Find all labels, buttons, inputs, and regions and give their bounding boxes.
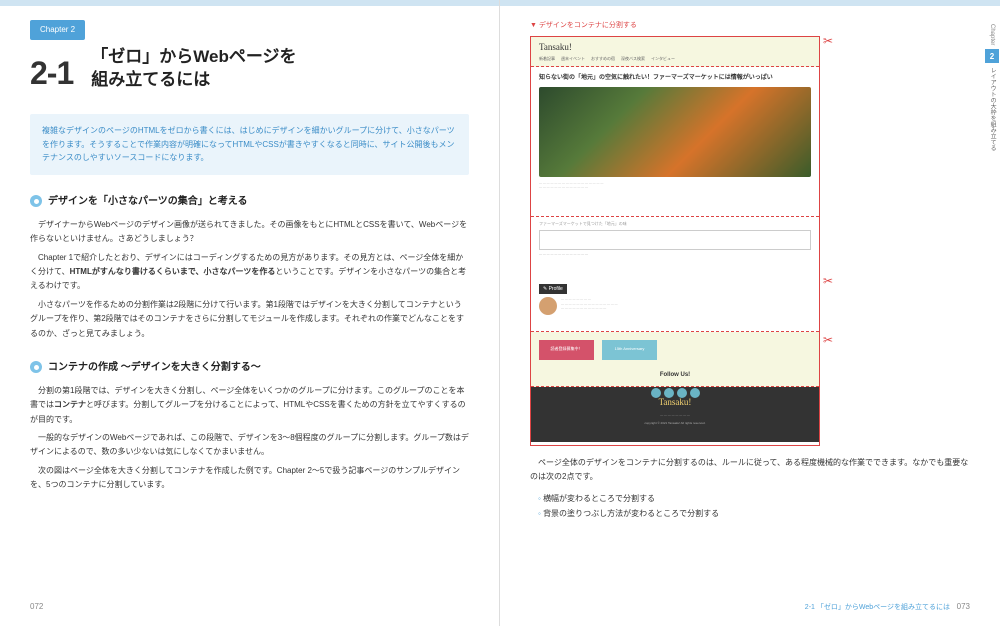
mockup-mid-box [539,230,811,250]
para2-bold: HTMLがすんなり書けるくらいまで、小さなパーツを作る [70,267,276,276]
mockup-banners: ✂ 読者登録募集中！ 15th Anniversary Follow Us! [531,332,819,387]
subhead1-text: デザインを「小さなパーツの集合」と考える [48,193,248,210]
mockup-follow: Follow Us! [539,370,811,380]
mockup-profile-content: ― ― ― ― ― ― ― ―― ― ― ― ― ― ― ― ― ― ― ― ―… [539,297,811,315]
nav-item: 週末イベント [561,56,585,63]
bullet-icon [30,195,42,207]
side-tab-num: 2 [985,49,999,63]
subheading-1: デザインを「小さなパーツの集合」と考える [30,193,469,210]
paragraph-1: デザイナーからWebページのデザイン画像が送られてきました。その画像をもとにHT… [30,218,469,247]
mockup-mid-label: ファーマーズマーケットで見つけた「地元」の味 [539,221,811,228]
side-tab: Chapter 2 レイアウトの大枠を組み立てる [984,20,1000,160]
mockup-profile-label: ✎ Profile [539,284,567,295]
mockup-hero-image [539,87,811,177]
side-tab-chapter: Chapter [987,20,997,49]
mockup-hero: 知らない街の「地元」の空気に触れたい！ファーマーズマーケットには情報がいっぱい … [531,67,819,217]
mockup-header: ✂ Tansaku! 新着記事 週末イベント おすすめの宿 深夜バス検索 インタ… [531,37,819,67]
avatar [539,297,557,315]
mockup-profile: ✂ ✎ Profile ― ― ― ― ― ― ― ―― ― ― ― ― ― ―… [531,277,819,332]
mockup-figure: ✂ Tansaku! 新着記事 週末イベント おすすめの宿 深夜バス検索 インタ… [530,36,820,446]
mockup-hero-body: ― ― ― ― ― ― ― ― ― ― ― ― ― ― ― ― ―― ― ― ―… [539,181,811,189]
social-icon [664,388,674,398]
mockup-nav: 新着記事 週末イベント おすすめの宿 深夜バス検索 インタビュー [539,56,811,63]
subheading-2: コンテナの作成 ～デザインを大きく分割する～ [30,359,469,376]
scissors-icon: ✂ [823,31,833,51]
scissors-icon: ✂ [823,330,833,350]
mockup-footer-copy: copyright © 2021 Tansaku! All rights res… [539,421,811,426]
mockup-mid: ファーマーズマーケットで見つけた「地元」の味 ― ― ― ― ― ― ― ― ―… [531,217,819,277]
paragraph-2: Chapter 1で紹介したとおり、デザインにはコーディングするための見方があり… [30,251,469,294]
book-spread: Chapter 2 2-1 「ゼロ」からWebページを 組み立てるには 複雑なデ… [0,0,1000,626]
mockup-banner-2: 15th Anniversary [602,340,657,360]
side-tab-text: レイアウトの大枠を組み立てる [987,63,997,155]
chapter-badge: Chapter 2 [30,20,85,40]
running-head: 2-1 「ゼロ」からWebページを組み立てるには [805,602,950,614]
page-number-right: 073 [957,600,970,614]
bullet-icon [30,361,42,373]
paragraph-3: 小さなパーツを作るための分割作業は2段階に分けて行います。第1段階ではデザインを… [30,298,469,341]
title-block: 「ゼロ」からWebページを 組み立てるには [91,46,469,92]
mockup-footer-nav: ― ― ― ― ― ― ― ― [539,413,811,418]
social-icon [690,388,700,398]
nav-item: 新着記事 [539,56,555,63]
nav-item: 深夜バス検索 [621,56,645,63]
subhead2-text: コンテナの作成 ～デザインを大きく分割する～ [48,359,261,376]
page-left: Chapter 2 2-1 「ゼロ」からWebページを 組み立てるには 複雑なデ… [0,0,500,626]
para4-post: と呼びます。分割してグループを分けることによって、HTMLやCSSを書くための方… [30,400,466,423]
section-number: 2-1 [30,46,73,100]
page-number-left: 072 [30,600,43,614]
main-title-line2: 組み立てるには [91,69,469,92]
page-right: デザインをコンテナに分割する ✂ Tansaku! 新着記事 週末イベント おす… [500,0,1000,626]
social-icon [677,388,687,398]
scissors-icon: ✂ [823,271,833,291]
bullet-item: 背景の塗りつぶし方法が変わるところで分割する [538,506,970,521]
mockup-social [539,388,811,398]
mockup-hero-title: 知らない街の「地元」の空気に触れたい！ファーマーズマーケットには情報がいっぱい [539,73,811,83]
mockup-profile-text: ― ― ― ― ― ― ― ―― ― ― ― ― ― ― ― ― ― ― ― ―… [561,297,811,315]
para4-bold: コンテナ [54,400,86,409]
main-title-line1: 「ゼロ」からWebページを [91,46,469,69]
intro-box: 複雑なデザインのページのHTMLをゼロから書くには、はじめにデザインを細かいグル… [30,114,469,175]
bullet-item: 横幅が変わるところで分割する [538,491,970,506]
paragraph-5: 一般的なデザインのWebページであれば、この段階で、デザインを3～8個程度のグル… [30,431,469,460]
paragraph-6: 次の図はページ全体を大きく分割してコンテナを作成した例です。Chapter 2～… [30,464,469,493]
nav-item: おすすめの宿 [591,56,615,63]
header-row: 2-1 「ゼロ」からWebページを 組み立てるには [30,46,469,100]
paragraph-4: 分割の第1段階では、デザインを大きく分割し、ページ全体をいくつかのグループに分け… [30,384,469,427]
mockup-logo: Tansaku! [539,40,811,55]
right-paragraph-1: ページ全体のデザインをコンテナに分割するのは、ルールに従って、ある程度機械的な作… [530,456,970,485]
mockup-banner-1: 読者登録募集中！ [539,340,594,360]
bullet-list: 横幅が変わるところで分割する 背景の塗りつぶし方法が変わるところで分割する [530,491,970,521]
right-para1-text: ページ全体のデザインをコンテナに分割するのは、ルールに従って、ある程度機械的な作… [530,458,968,481]
social-icon [651,388,661,398]
mockup-mid-text: ― ― ― ― ― ― ― ― ― ― ― ― ― [539,252,811,257]
figure-caption: デザインをコンテナに分割する [530,20,970,32]
nav-item: インタビュー [651,56,675,63]
